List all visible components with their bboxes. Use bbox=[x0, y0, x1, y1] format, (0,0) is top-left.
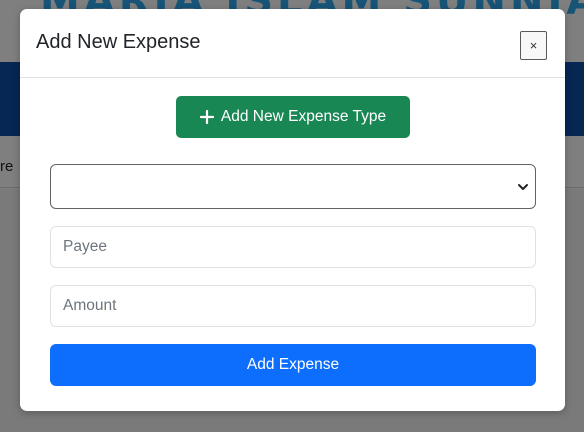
add-expense-type-button[interactable]: Add New Expense Type bbox=[176, 96, 410, 138]
modal-header: Add New Expense × bbox=[20, 9, 565, 78]
amount-input[interactable] bbox=[50, 285, 536, 327]
close-button[interactable]: × bbox=[520, 31, 547, 60]
close-icon: × bbox=[529, 38, 538, 53]
expense-type-select[interactable] bbox=[50, 164, 536, 209]
add-expense-type-label: Add New Expense Type bbox=[220, 108, 387, 125]
add-expense-button-label: Add Expense bbox=[246, 356, 340, 373]
add-expense-modal: Add New Expense × Add New Expense Type A… bbox=[20, 9, 565, 411]
plus-icon bbox=[199, 110, 214, 124]
add-expense-button[interactable]: Add Expense bbox=[50, 344, 536, 386]
payee-input[interactable] bbox=[50, 226, 536, 268]
modal-title: Add New Expense bbox=[36, 31, 201, 53]
chevron-down-icon bbox=[518, 184, 528, 190]
